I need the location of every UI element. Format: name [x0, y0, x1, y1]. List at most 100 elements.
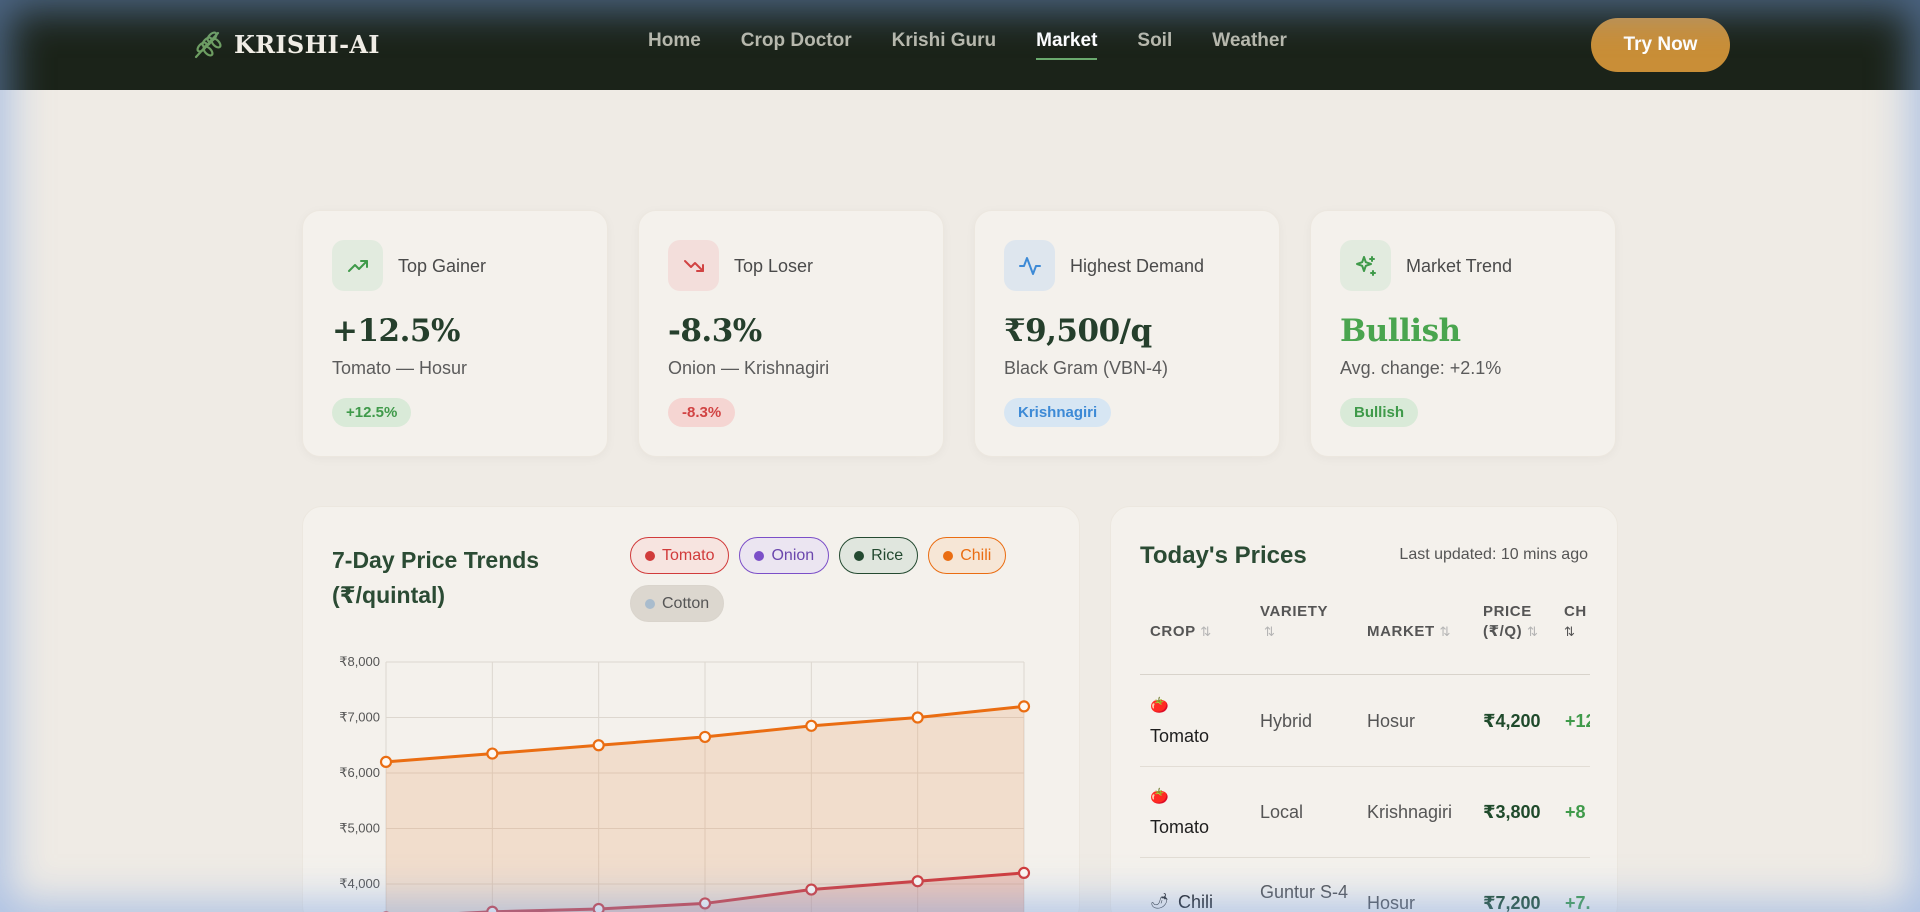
cell-market: Hosur — [1367, 711, 1416, 731]
trending-down-icon — [668, 240, 719, 291]
stat-subtext: Onion — Krishnagiri — [668, 358, 830, 378]
nav-link-krishi-guru[interactable]: Krishi Guru — [892, 30, 997, 60]
cell-price: ₹4,200 — [1483, 711, 1541, 731]
sort-icon: ⇅ — [1527, 624, 1539, 639]
column-label: CROP — [1150, 623, 1196, 640]
y-tick-label: ₹7,000 — [339, 710, 380, 725]
cell-market: Krishnagiri — [1367, 802, 1453, 822]
wheat-icon — [194, 31, 222, 59]
cell-crop: Tomato — [1150, 817, 1210, 837]
y-tick-label: ₹8,000 — [339, 654, 380, 669]
row-divider — [1140, 857, 1590, 858]
data-point-tomato — [1017, 866, 1031, 879]
header-divider — [1140, 674, 1590, 675]
cell-price: ₹3,800 — [1483, 802, 1541, 822]
cell-variety: Hybrid — [1260, 711, 1313, 731]
data-point-tomato — [805, 883, 818, 896]
stat-label: Market Trend — [1406, 256, 1513, 276]
sort-icon: ⇅ — [1439, 624, 1452, 639]
stat-label: Top Gainer — [398, 256, 487, 276]
data-point-tomato — [911, 875, 924, 888]
column-label: VARIETY — [1260, 603, 1329, 620]
data-point-chili — [379, 755, 393, 768]
stat-value: -8.3% — [668, 313, 762, 349]
data-point-chili — [698, 730, 712, 744]
legend-dot — [645, 598, 655, 609]
cell-change: +7. — [1565, 893, 1590, 912]
stat-subtext: Black Gram (VBN-4) — [1004, 358, 1169, 378]
stat-badge: +12.5% — [332, 398, 412, 427]
top-navbar: KRISHI-AI Home Crop Doctor Krishi Guru M… — [0, 0, 1920, 90]
y-tick-label: ₹5,000 — [339, 821, 380, 836]
row-divider — [1140, 766, 1590, 767]
cell-change: +8 — [1565, 802, 1586, 822]
nav-link-soil[interactable]: Soil — [1137, 30, 1172, 60]
trending-up-icon — [332, 240, 383, 291]
y-tick-label: ₹4,000 — [339, 876, 380, 891]
data-point-chili — [911, 711, 924, 724]
cell-market: Hosur — [1367, 893, 1416, 912]
stat-value: ₹9,500/q — [1004, 313, 1152, 349]
stat-subtext: Tomato — Hosur — [332, 358, 468, 378]
stat-card-market-trend: Market Trend Bullish Avg. change: +2.1% … — [1310, 210, 1616, 457]
column-header-market[interactable]: MARKET ⇅ — [1367, 622, 1451, 642]
stat-card-top-gainer: Top Gainer +12.5% Tomato — Hosur +12.5% — [302, 210, 608, 457]
cell-variety: Local — [1260, 802, 1304, 822]
column-header-price[interactable]: PRICE (₹/Q) ⇅ — [1483, 602, 1553, 642]
cell-change: +12 — [1565, 711, 1590, 731]
data-point-chili — [592, 739, 605, 752]
stat-badge: Bullish — [1340, 398, 1419, 427]
legend-dot — [754, 550, 765, 561]
chart-title: 7-Day Price Trends (₹/quintal) — [332, 547, 540, 608]
price-trends-card: ₹8,000 ₹7,000 ₹6,000 ₹5,000 ₹4,000 7-Day Pri… — [302, 506, 1080, 912]
prices-table: CROP ⇅ VARIETY ⇅ MARKET ⇅ PRICE (₹/Q) ⇅ … — [1140, 602, 1590, 912]
legend-dot — [854, 550, 865, 561]
stat-value: +12.5% — [332, 313, 460, 349]
nav-link-weather[interactable]: Weather — [1212, 30, 1287, 60]
brand-name: KRISHI-AI — [234, 29, 380, 59]
prices-title: Today's Prices — [1140, 542, 1307, 569]
legend-chili[interactable]: Chili — [928, 537, 1007, 574]
legend-cotton[interactable]: Cotton — [630, 585, 725, 622]
nav-link-home[interactable]: Home — [648, 30, 701, 60]
nav-link-crop-doctor[interactable]: Crop Doctor — [741, 30, 852, 60]
stat-badge: Krishnagiri — [1004, 398, 1112, 427]
stat-subtext: Avg. change: +2.1% — [1340, 358, 1502, 378]
cell-price: ₹7,200 — [1483, 893, 1541, 912]
legend-dot — [645, 550, 655, 561]
legend-label: Chili — [960, 546, 992, 564]
nav-link-market[interactable]: Market — [1036, 30, 1098, 60]
stat-card-highest-demand: Highest Demand ₹9,500/q Black Gram (VBN-… — [974, 210, 1280, 457]
legend-label: Rice — [871, 546, 904, 564]
cell-crop: Tomato — [1150, 726, 1210, 746]
brand-logo[interactable]: KRISHI-AI — [190, 27, 380, 61]
legend-label: Cotton — [662, 594, 710, 612]
chili-icon: 🌶 — [1150, 893, 1170, 910]
column-header-crop[interactable]: CROP ⇅ — [1150, 622, 1212, 642]
legend-tomato[interactable]: Tomato — [630, 537, 730, 574]
sort-icon: ⇅ — [1564, 624, 1576, 639]
column-label: PRICE (₹/Q) — [1483, 603, 1532, 640]
column-header-change[interactable]: CH ⇅ — [1564, 602, 1590, 642]
column-label: MARKET — [1367, 623, 1435, 640]
legend-label: Tomato — [662, 546, 715, 564]
data-point-tomato — [486, 905, 499, 912]
column-header-variety[interactable]: VARIETY ⇅ — [1260, 602, 1350, 642]
cell-variety: Guntur S-4 — [1260, 882, 1349, 902]
main-nav: Home Crop Doctor Krishi Guru Market Soil… — [648, 30, 1327, 60]
stat-card-top-loser: Top Loser -8.3% Onion — Krishnagiri -8.3… — [638, 210, 944, 457]
legend-label: Onion — [771, 546, 815, 564]
stat-badge: -8.3% — [668, 398, 736, 427]
y-tick-label: ₹6,000 — [339, 765, 380, 780]
data-point-tomato — [592, 902, 605, 912]
stat-label: Highest Demand — [1070, 256, 1205, 276]
tomato-icon: 🍅 — [1150, 788, 1169, 805]
last-updated-text: Last updated: 10 mins ago — [1399, 546, 1588, 563]
chart-legend: Tomato Onion Rice Chili Cotton — [630, 537, 1050, 622]
legend-onion[interactable]: Onion — [739, 537, 830, 574]
data-point-chili — [1017, 700, 1031, 713]
try-now-button[interactable]: Try Now — [1591, 18, 1730, 72]
todays-prices-card: Today's Prices Last updated: 10 mins ago… — [1110, 506, 1618, 912]
legend-rice[interactable]: Rice — [839, 537, 919, 574]
column-label: CH — [1564, 603, 1587, 620]
